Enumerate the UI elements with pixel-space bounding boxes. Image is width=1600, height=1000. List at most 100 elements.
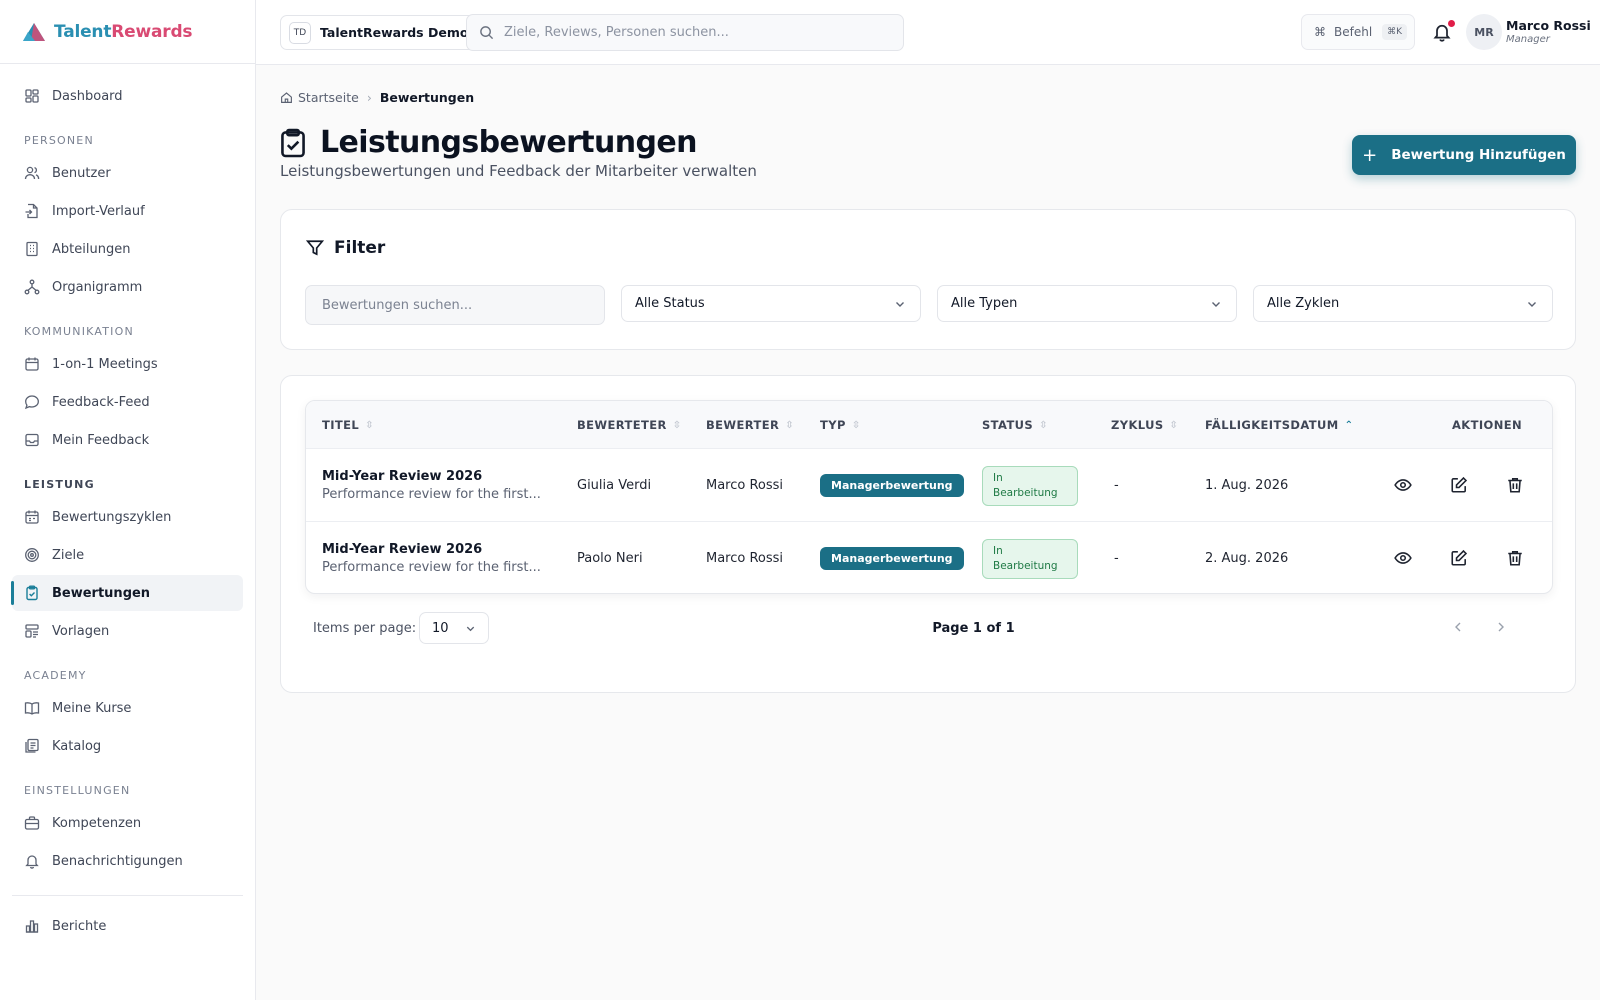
add-review-button[interactable]: + Bewertung Hinzufügen <box>1352 135 1576 175</box>
column-header-due-date[interactable]: FÄLLIGKEITSDATUM ⌃ <box>1205 418 1353 432</box>
sort-icon: ⇳ <box>365 419 374 431</box>
cycle-select-value: Alle Zyklen <box>1267 296 1340 311</box>
chevron-down-icon <box>1528 301 1536 307</box>
sidebar-item-vorlagen[interactable]: Vorlagen <box>12 613 243 649</box>
sidebar-item-bewertungszyklen[interactable]: Bewertungszyklen <box>12 499 243 535</box>
chevron-down-icon <box>1212 301 1220 307</box>
cell-due-date: 1. Aug. 2026 <box>1205 478 1289 493</box>
column-header-cycle[interactable]: ZYKLUS ⇳ <box>1111 418 1178 432</box>
cell-reviewee: Giulia Verdi <box>577 478 652 493</box>
type-select[interactable]: Alle Typen <box>937 285 1237 322</box>
sidebar-item-label: Benutzer <box>52 165 111 181</box>
sidebar-item-label: Vorlagen <box>52 623 110 639</box>
breadcrumb: Startseite › Bewertungen <box>280 90 474 105</box>
sidebar-item-label: Import-Verlauf <box>52 203 145 219</box>
column-header-reviewer[interactable]: BEWERTER ⇳ <box>706 418 794 432</box>
sidebar-item-dashboard[interactable]: Dashboard <box>12 78 243 114</box>
cell-cycle: - <box>1114 478 1119 493</box>
view-eye-icon[interactable] <box>1394 549 1412 567</box>
filter-title: Filter <box>334 238 386 258</box>
avatar[interactable]: MR <box>1466 14 1502 50</box>
inbox-icon <box>25 433 39 447</box>
home-icon <box>281 92 292 103</box>
user-name[interactable]: Marco Rossi <box>1506 18 1591 33</box>
nav-section-academy: ACADEMY <box>24 669 87 682</box>
sidebar-item-meine-kurse[interactable]: Meine Kurse <box>12 690 243 726</box>
briefcase-icon <box>24 816 40 830</box>
file-import-icon <box>25 203 38 219</box>
status-select-value: Alle Status <box>635 296 705 311</box>
brand-name: TalentRewards <box>54 21 193 42</box>
command-button[interactable]: ⌘ Befehl ⌘K <box>1301 14 1415 50</box>
type-badge: Managerbewertung <box>820 547 964 570</box>
sidebar-item-mein-feedback[interactable]: Mein Feedback <box>12 422 243 458</box>
clipboard-check-icon <box>26 585 38 601</box>
edit-icon[interactable] <box>1450 476 1468 494</box>
catalog-icon <box>25 738 39 753</box>
brand-logo[interactable]: TalentRewards <box>0 0 255 64</box>
cell-title: Mid-Year Review 2026 Performance review … <box>322 449 541 522</box>
sidebar-item-abteilungen[interactable]: Abteilungen <box>12 231 243 267</box>
sidebar-item-benachrichtigungen[interactable]: Benachrichtigungen <box>12 843 243 879</box>
add-review-label: Bewertung Hinzufügen <box>1391 147 1566 163</box>
sidebar-item-feedback-feed[interactable]: Feedback-Feed <box>12 384 243 420</box>
filter-card: Filter Alle Status Alle Typen Alle Zykle… <box>280 209 1576 350</box>
review-search-input[interactable] <box>305 285 605 325</box>
table-row[interactable]: Mid-Year Review 2026 Performance review … <box>306 522 1552 593</box>
cell-reviewer: Marco Rossi <box>706 478 784 493</box>
sort-icon: ⇳ <box>672 419 682 431</box>
chevron-left-icon[interactable] <box>1451 620 1465 634</box>
sort-icon: ⇳ <box>1169 419 1179 431</box>
sidebar-item-bewertungen[interactable]: Bewertungen <box>11 575 243 611</box>
column-header-reviewee[interactable]: BEWERTETER ⇳ <box>577 418 682 432</box>
trash-icon[interactable] <box>1506 549 1524 567</box>
chevron-right-icon[interactable] <box>1494 620 1508 634</box>
trash-icon[interactable] <box>1506 476 1524 494</box>
view-eye-icon[interactable] <box>1394 476 1412 494</box>
template-icon <box>25 624 39 638</box>
sidebar-item-label: Benachrichtigungen <box>52 853 183 869</box>
sidebar-item-kompetenzen[interactable]: Kompetenzen <box>12 805 243 841</box>
plus-icon: + <box>1362 144 1378 166</box>
sidebar-item-katalog[interactable]: Katalog <box>12 728 243 764</box>
clipboard-check-icon <box>281 128 305 157</box>
type-select-value: Alle Typen <box>951 296 1018 311</box>
sidebar-item-berichte[interactable]: Berichte <box>12 908 243 944</box>
review-description: Performance review for the first... <box>322 487 541 502</box>
cell-status: In Bearbeitung <box>982 449 1078 522</box>
building-icon <box>26 241 38 257</box>
sidebar-item-organigramm[interactable]: Organigramm <box>12 269 243 305</box>
sidebar-item-label: Ziele <box>52 547 85 563</box>
user-role: Manager <box>1506 34 1550 45</box>
sidebar-item-label: Feedback-Feed <box>52 394 150 410</box>
table-header: TITEL ⇳ BEWERTETER ⇳ BEWERTER ⇳ TYP ⇳ STATUS… <box>306 401 1552 449</box>
sidebar: TalentRewards Dashboard PERSONEN Benutze… <box>0 0 256 1000</box>
sidebar-item-meetings[interactable]: 1-on-1 Meetings <box>12 346 243 382</box>
column-header-type[interactable]: TYP ⇳ <box>820 418 861 432</box>
pagination: Items per page: 10 Page 1 of 1 <box>281 612 1577 646</box>
column-header-status[interactable]: STATUS ⇳ <box>982 418 1048 432</box>
dashboard-icon <box>25 89 39 103</box>
column-header-title[interactable]: TITEL ⇳ <box>322 418 374 432</box>
sidebar-item-import-verlauf[interactable]: Import-Verlauf <box>12 193 243 229</box>
status-select[interactable]: Alle Status <box>621 285 921 322</box>
global-search[interactable] <box>466 14 904 51</box>
breadcrumb-home[interactable]: Startseite <box>298 90 359 105</box>
sidebar-item-benutzer[interactable]: Benutzer <box>12 155 243 191</box>
org-switcher[interactable]: TD TalentRewards Demo <box>280 15 482 50</box>
table-row[interactable]: Mid-Year Review 2026 Performance review … <box>306 449 1552 522</box>
search-input[interactable] <box>504 25 884 40</box>
edit-icon[interactable] <box>1450 549 1468 567</box>
sidebar-item-label: Katalog <box>52 738 102 754</box>
users-icon <box>24 166 40 180</box>
cycle-select[interactable]: Alle Zyklen <box>1253 285 1553 322</box>
sidebar-item-label: Bewertungen <box>52 585 151 601</box>
sidebar-item-label: Meine Kurse <box>52 700 132 716</box>
sidebar-item-ziele[interactable]: Ziele <box>12 537 243 573</box>
topbar: TD TalentRewards Demo ⌘ Befehl ⌘K MR Mar… <box>256 0 1600 65</box>
cell-type: Managerbewertung <box>820 449 964 522</box>
cell-title: Mid-Year Review 2026 Performance review … <box>322 522 541 593</box>
status-badge: In Bearbeitung <box>982 538 1078 579</box>
cell-reviewer: Marco Rossi <box>706 551 784 566</box>
filter-icon <box>306 240 324 256</box>
